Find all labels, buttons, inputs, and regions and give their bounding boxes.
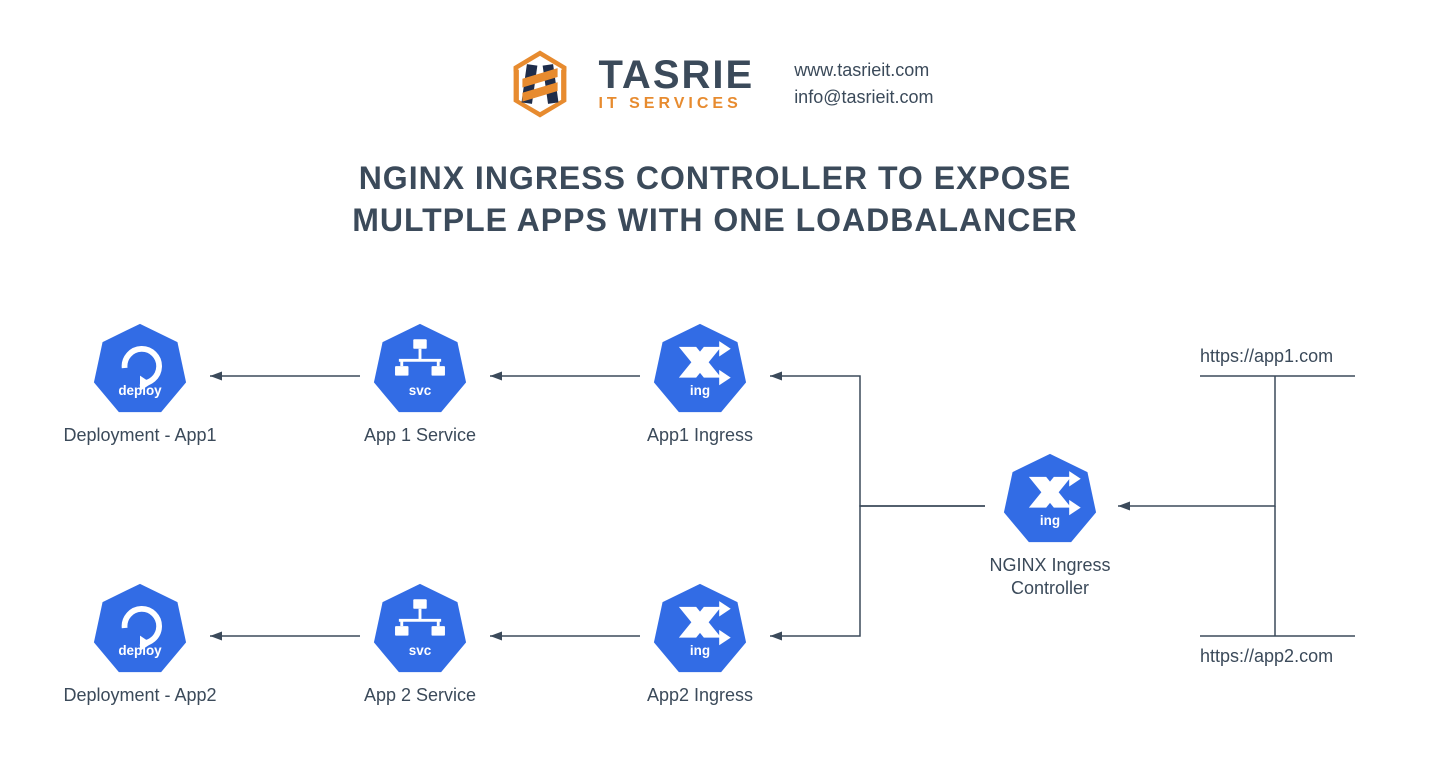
node-label: App1 Ingress <box>620 424 780 447</box>
url-app2: https://app2.com <box>1200 646 1333 667</box>
node-label: App2 Ingress <box>620 684 780 707</box>
ing-icon: ing <box>652 580 748 676</box>
email-text: info@tasrieit.com <box>794 84 933 111</box>
node-deployment-app1: deploy Deployment - App1 <box>60 320 220 447</box>
diagram-title: NGINX INGRESS CONTROLLER TO EXPOSE MULTP… <box>0 158 1430 241</box>
node-label: App 1 Service <box>340 424 500 447</box>
brand-tagline: IT SERVICES <box>598 95 754 113</box>
brand-name: TASRIE <box>598 55 754 95</box>
diagram-canvas: deploy Deployment - App1 svc App 1 Servi… <box>0 300 1430 760</box>
website-text: www.tasrieit.com <box>794 57 933 84</box>
title-line2: MULTPLE APPS WITH ONE LOADBALANCER <box>0 200 1430 242</box>
node-label: NGINX Ingress Controller <box>970 554 1130 599</box>
svg-text:ing: ing <box>690 643 710 658</box>
logo-icon <box>496 40 584 128</box>
svg-text:ing: ing <box>1040 513 1060 528</box>
contact-block: www.tasrieit.com info@tasrieit.com <box>794 57 933 111</box>
node-ingress-controller: ing NGINX Ingress Controller <box>970 450 1130 599</box>
logo-text: TASRIE IT SERVICES <box>598 55 754 113</box>
node-ingress-app1: ing App1 Ingress <box>620 320 780 447</box>
url-app1: https://app1.com <box>1200 346 1333 367</box>
svc-icon: svc <box>372 320 468 416</box>
node-service-app1: svc App 1 Service <box>340 320 500 447</box>
svg-text:ing: ing <box>690 383 710 398</box>
node-label: Deployment - App2 <box>60 684 220 707</box>
svg-text:svc: svc <box>409 643 432 658</box>
title-line1: NGINX INGRESS CONTROLLER TO EXPOSE <box>0 158 1430 200</box>
deploy-icon: deploy <box>92 320 188 416</box>
node-deployment-app2: deploy Deployment - App2 <box>60 580 220 707</box>
svc-icon: svc <box>372 580 468 676</box>
node-label: Deployment - App1 <box>60 424 220 447</box>
node-ingress-app2: ing App2 Ingress <box>620 580 780 707</box>
svg-text:deploy: deploy <box>118 383 162 398</box>
header: TASRIE IT SERVICES www.tasrieit.com info… <box>0 0 1430 128</box>
svg-text:svc: svc <box>409 383 432 398</box>
ing-icon: ing <box>1002 450 1098 546</box>
svg-text:deploy: deploy <box>118 643 162 658</box>
logo-block: TASRIE IT SERVICES <box>496 40 754 128</box>
node-service-app2: svc App 2 Service <box>340 580 500 707</box>
ing-icon: ing <box>652 320 748 416</box>
node-label: App 2 Service <box>340 684 500 707</box>
deploy-icon: deploy <box>92 580 188 676</box>
